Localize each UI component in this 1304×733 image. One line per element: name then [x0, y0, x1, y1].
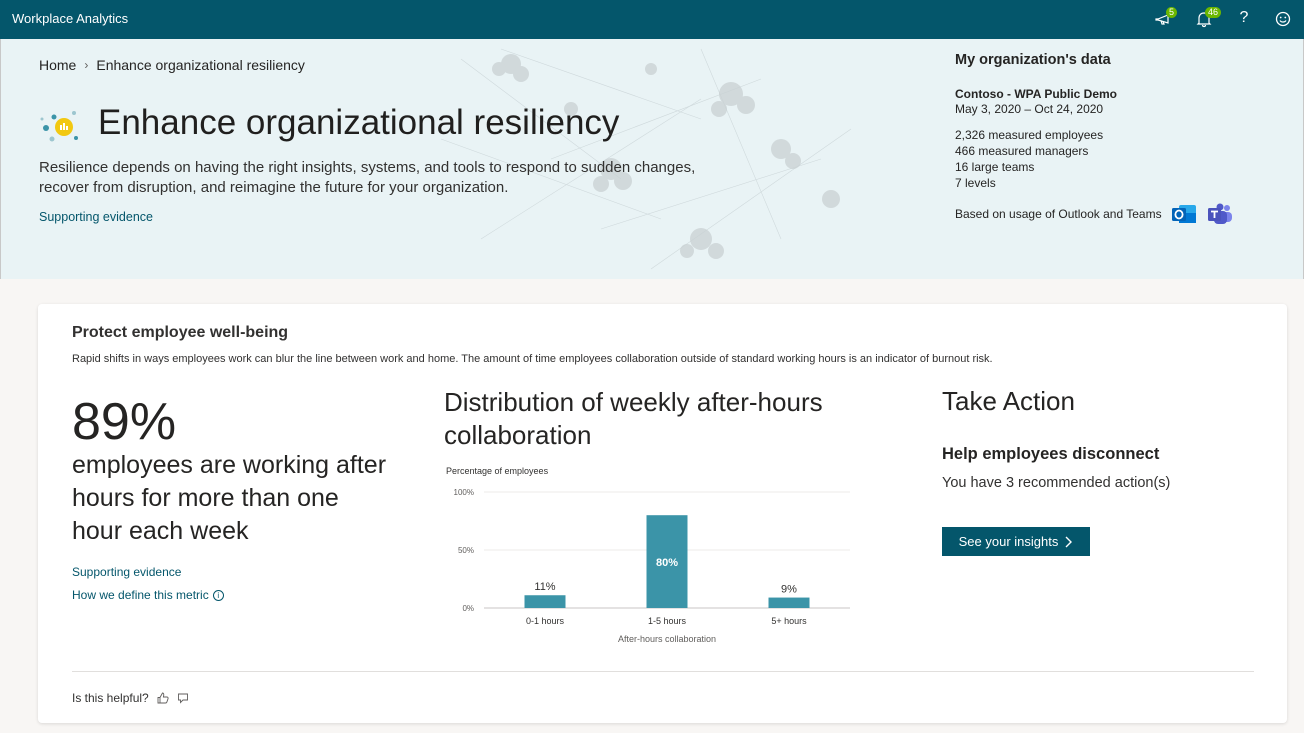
see-insights-button[interactable]: See your insights [942, 527, 1090, 556]
bar-data-label: 80% [656, 557, 678, 569]
resiliency-logo-icon [40, 111, 78, 142]
see-insights-label: See your insights [958, 534, 1059, 549]
recommended-actions-count: You have 3 recommended action(s) [942, 475, 1171, 491]
org-date-range: May 3, 2020 – Oct 24, 2020 [955, 102, 1104, 116]
info-icon[interactable]: i [212, 589, 224, 601]
smiley-feedback-icon[interactable] [1272, 8, 1294, 30]
hero-banner: Home › Enhance organizational resiliency… [0, 39, 1304, 279]
org-stat-managers: 466 measured managers [955, 144, 1089, 158]
card-divider [72, 671, 1254, 672]
helpful-label: Is this helpful? [72, 691, 149, 705]
org-stat-teams: 16 large teams [955, 160, 1035, 174]
help-icon[interactable]: ? [1233, 9, 1255, 31]
bar [524, 595, 566, 608]
big-metric-value: 89% [72, 393, 177, 451]
bar-data-label: 9% [781, 584, 797, 596]
breadcrumb-current: Enhance organizational resiliency [96, 57, 305, 73]
after-hours-bar-chart: Percentage of employees 0% 50% 100% 11% 0-1 h… [446, 466, 850, 644]
org-name: Contoso - WPA Public Demo [955, 87, 1117, 101]
notifications-badge: 46 [1205, 7, 1222, 18]
card-description: Rapid shifts in ways employees work can … [72, 353, 993, 365]
card-supporting-evidence-link[interactable]: Supporting evidence [72, 565, 181, 579]
wellbeing-card: Protect employee well-being Rapid shifts… [38, 304, 1287, 723]
x-axis-label: After-hours collaboration [618, 634, 716, 644]
chart-title: Distribution of weekly after-hours colla… [444, 387, 823, 450]
teams-icon [1207, 203, 1232, 224]
outlook-icon [1171, 205, 1196, 223]
x-tick-label: 1-5 hours [648, 616, 687, 626]
take-action-subtitle: Help employees disconnect [942, 445, 1160, 463]
metric-definition-link[interactable]: How we define this metric i [72, 588, 224, 602]
page-title: Enhance organizational resiliency [98, 103, 620, 142]
big-metric-text: employees are working after hours for mo… [72, 451, 387, 545]
breadcrumb: Home › Enhance organizational resiliency [39, 57, 305, 73]
organization-data-panel: My organization's data Contoso - WPA Pub… [955, 52, 1255, 227]
chevron-right-icon [1065, 536, 1073, 547]
y-tick-label: 100% [454, 488, 474, 497]
top-bar: Workplace Analytics 5 46 ? [0, 0, 1304, 39]
org-usage: Based on usage of Outlook and Teams [955, 201, 1255, 227]
feedback-badge: 5 [1166, 7, 1178, 18]
app-title[interactable]: Workplace Analytics [12, 11, 128, 26]
hero-supporting-evidence-link[interactable]: Supporting evidence [39, 210, 153, 224]
y-tick-label: 0% [462, 604, 474, 613]
breadcrumb-home-link[interactable]: Home [39, 57, 76, 73]
chevron-right-icon: › [84, 58, 89, 72]
org-heading: My organization's data [955, 52, 1111, 68]
x-tick-label: 0-1 hours [526, 616, 565, 626]
thumbs-up-icon[interactable] [157, 692, 169, 704]
card-title: Protect employee well-being [72, 324, 289, 341]
x-tick-label: 5+ hours [771, 616, 807, 626]
feedback-megaphone-icon[interactable]: 5 [1154, 7, 1178, 30]
metric-definition-label: How we define this metric [72, 588, 209, 602]
org-usage-text: Based on usage of Outlook and Teams [955, 207, 1162, 221]
notifications-bell-icon[interactable]: 46 [1193, 7, 1222, 30]
org-stat-employees: 2,326 measured employees [955, 128, 1104, 142]
bar-data-label: 11% [534, 581, 555, 593]
y-tick-label: 50% [458, 546, 474, 555]
comment-icon[interactable] [177, 692, 189, 704]
hero-description: Resilience depends on having the right i… [39, 159, 696, 196]
org-stat-levels: 7 levels [955, 176, 996, 190]
y-axis-label: Percentage of employees [446, 466, 549, 476]
helpful-feedback: Is this helpful? [72, 691, 189, 705]
bar [768, 597, 810, 608]
take-action-title: Take Action [942, 386, 1075, 416]
